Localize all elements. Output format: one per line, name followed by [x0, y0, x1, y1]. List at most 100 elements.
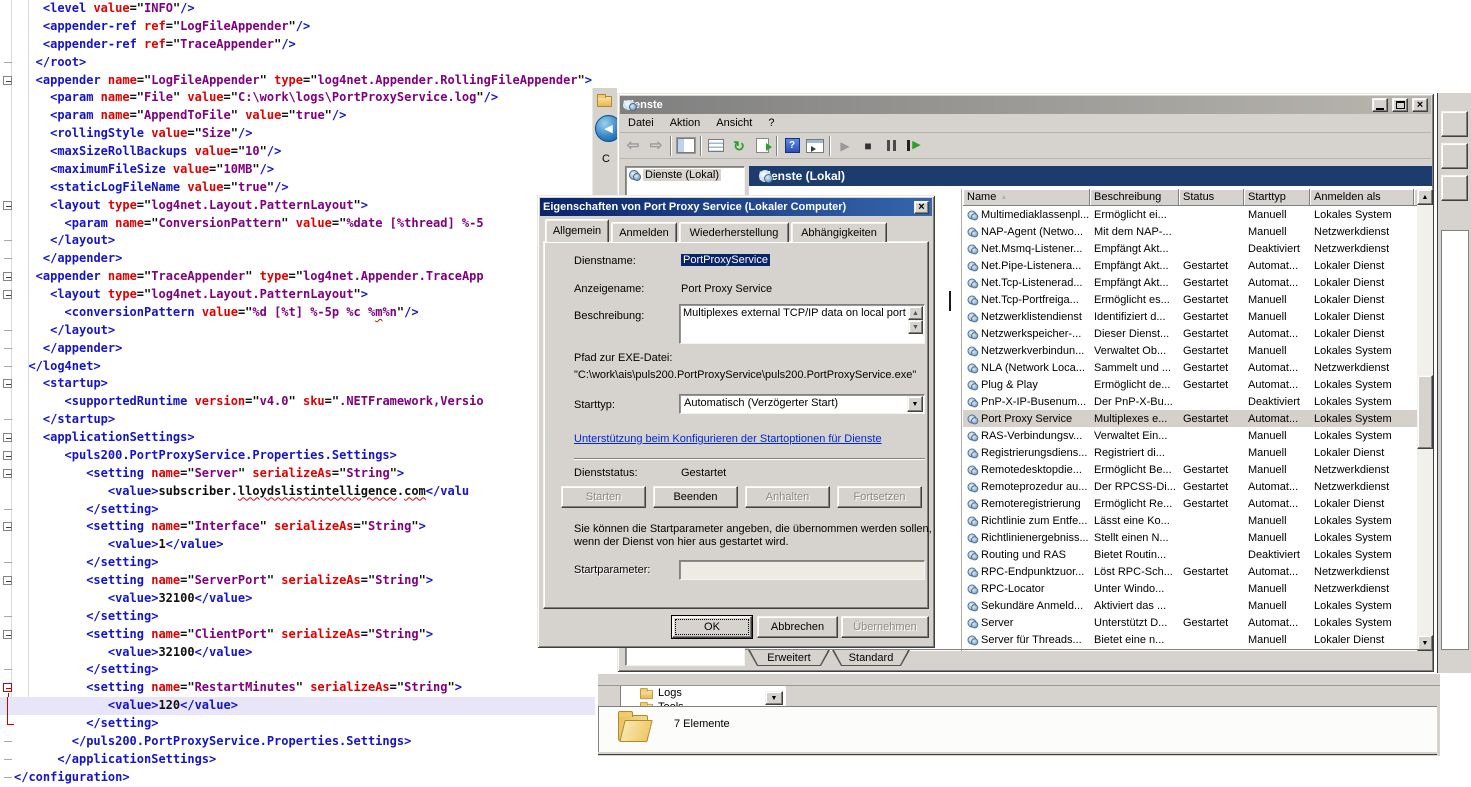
service-row[interactable]: Net.Msmq-Listener...Empfängt Akt...Deakt…	[963, 240, 1417, 257]
chevron-down-icon[interactable]: ▼	[765, 691, 783, 705]
scrollbar-thumb[interactable]	[1417, 375, 1433, 449]
fold-marker[interactable]	[4, 366, 12, 367]
column-header-status[interactable]: Status	[1179, 189, 1244, 206]
service-row[interactable]: Netzwerkspeicher-...Dieser Dienst...Gest…	[963, 325, 1417, 342]
maximize-button[interactable]	[1392, 98, 1408, 112]
fortsetzen-button[interactable]: Fortsetzen	[837, 486, 922, 508]
service-row[interactable]: PnP-X-IP-Busenum...Der PnP-X-Bu...Deakti…	[963, 393, 1417, 410]
close-icon[interactable]: ×	[1412, 98, 1428, 112]
fold-marker[interactable]	[3, 76, 12, 85]
fold-marker[interactable]	[3, 630, 12, 639]
fold-marker[interactable]	[4, 240, 12, 241]
fold-marker[interactable]	[4, 258, 12, 259]
refresh-icon[interactable]: ↻	[730, 137, 748, 155]
ok-button[interactable]: OK	[672, 616, 752, 638]
menu-item-ansicht[interactable]: Ansicht	[708, 115, 760, 131]
back-icon[interactable]: ◀	[595, 115, 617, 142]
fold-marker[interactable]	[3, 451, 12, 460]
fold-marker[interactable]	[4, 562, 12, 563]
fold-marker[interactable]	[3, 433, 12, 442]
service-row[interactable]: RemoteregistrierungErmöglicht Re...Gesta…	[963, 495, 1417, 512]
fold-marker[interactable]	[4, 348, 12, 349]
fold-marker[interactable]	[4, 330, 12, 331]
service-row[interactable]: RAS-Verbindungsv...Verwaltet Ein...Manue…	[963, 427, 1417, 444]
service-row[interactable]: Richtlinienergebniss...Stellt einen N...…	[963, 529, 1417, 546]
service-row[interactable]: Routing und RASBietet Routin...Deaktivie…	[963, 546, 1417, 563]
service-row[interactable]: Sekundäre Anmeld...Aktiviert das ...Manu…	[963, 597, 1417, 614]
tree-item-dienste-lokal[interactable]: Dienste (Lokal)	[626, 167, 744, 183]
close-icon[interactable]: ×	[914, 201, 929, 214]
tab-abhaengigkeiten[interactable]: Abhängigkeiten	[791, 222, 887, 242]
tab-allgemein[interactable]: Allgemein	[545, 219, 609, 242]
startparameter-input[interactable]	[679, 560, 925, 580]
view-tab-standard[interactable]: Standard	[832, 650, 910, 666]
beschreibung-box[interactable]: Multiplexes external TCP/IP data on loca…	[679, 304, 925, 344]
export-list-icon[interactable]	[753, 137, 771, 155]
fold-marker[interactable]	[3, 522, 12, 531]
fold-marker[interactable]	[3, 469, 12, 478]
service-row[interactable]: NAP-Agent (Netwo...Mit dem NAP-...Manuel…	[963, 223, 1417, 240]
fold-marker[interactable]	[4, 741, 12, 742]
service-row[interactable]: Netzwerkverbindun...Verwaltet Ob...Gesta…	[963, 342, 1417, 359]
service-row[interactable]: Net.Tcp-Portfreiga...Ermöglicht es...Ges…	[963, 291, 1417, 308]
service-row[interactable]: Net.Pipe-Listenera...Empfängt Akt...Gest…	[963, 257, 1417, 274]
service-row[interactable]: RPC-LocatorUnter Windo...ManuellNetzwerk…	[963, 580, 1417, 597]
service-row[interactable]: RPC-Endpunktzuor...Löst RPC-Sch...Gestar…	[963, 563, 1417, 580]
menu-item-?[interactable]: ?	[760, 115, 782, 131]
folder-tree-fragment[interactable]: LogsTools	[620, 686, 786, 706]
properties-icon[interactable]	[707, 137, 725, 155]
tree-item[interactable]: Logs	[621, 686, 786, 700]
scroll-down-icon[interactable]: ▼	[908, 320, 923, 334]
chevron-down-icon[interactable]: ▼	[907, 396, 923, 412]
fold-marker[interactable]	[4, 509, 12, 510]
service-row[interactable]: Port Proxy ServiceMultiplexes e...Gestar…	[963, 410, 1417, 427]
service-row[interactable]: Multimediaklassenpl...Ermöglicht ei...Ma…	[963, 206, 1417, 223]
fold-marker[interactable]	[3, 379, 12, 388]
menu-item-datei[interactable]: Datei	[620, 115, 662, 131]
service-row[interactable]: Registrierungsdiens...Registriert di...M…	[963, 444, 1417, 461]
fold-marker[interactable]	[3, 290, 12, 299]
column-header-name[interactable]: Name▲	[963, 189, 1090, 206]
scroll-up-icon[interactable]: ▲	[1417, 189, 1433, 205]
service-row[interactable]: Remoteprozedur au...Der RPCSS-Di...Gesta…	[963, 478, 1417, 495]
fold-marker[interactable]	[4, 669, 12, 670]
services-title-bar[interactable]: Dienste ×	[620, 96, 1431, 114]
fold-marker[interactable]	[3, 272, 12, 281]
service-row[interactable]: Richtlinie zum Entfe...Lässt eine Ko...M…	[963, 512, 1417, 529]
service-row[interactable]: Plug & PlayErmöglicht de...GestartetAuto…	[963, 376, 1417, 393]
back-icon[interactable]: ⇦	[624, 137, 642, 155]
starttyp-combobox[interactable]: Automatisch (Verzögerter Start) ▼	[679, 394, 925, 414]
startoptionen-link[interactable]: Unterstützung beim Konfigurieren der Sta…	[574, 433, 882, 445]
stop-service-icon[interactable]: ■	[859, 137, 877, 155]
abbrechen-button[interactable]: Abbrechen	[757, 616, 838, 638]
service-row[interactable]: Server für Threads...Bietet eine n...Man…	[963, 631, 1417, 648]
dialog-title-bar[interactable]: Eigenschaften von Port Proxy Service (Lo…	[540, 198, 932, 216]
beenden-button[interactable]: Beenden	[653, 486, 738, 508]
uebernehmen-button[interactable]: Übernehmen	[841, 616, 929, 638]
fold-marker[interactable]	[4, 419, 12, 420]
show-console-tree-icon[interactable]	[677, 137, 695, 155]
extended-view-icon[interactable]	[806, 137, 824, 155]
start-service-icon[interactable]: ▶	[836, 137, 854, 155]
column-header-anmelden-als[interactable]: Anmelden als	[1310, 189, 1414, 206]
service-row[interactable]: ServerUnterstützt D...GestartetAutomat..…	[963, 614, 1417, 631]
fold-marker[interactable]	[4, 62, 12, 63]
column-header-starttyp[interactable]: Starttyp	[1244, 189, 1310, 206]
column-header-beschreibung[interactable]: Beschreibung	[1090, 189, 1179, 206]
fold-marker[interactable]	[3, 576, 12, 585]
starten-button[interactable]: Starten	[561, 486, 646, 508]
minimize-button[interactable]	[1372, 98, 1388, 112]
menu-item-aktion[interactable]: Aktion	[662, 115, 709, 131]
fold-marker[interactable]	[4, 759, 12, 760]
service-row[interactable]: Net.Tcp-Listenerad...Empfängt Akt...Gest…	[963, 274, 1417, 291]
list-scrollbar[interactable]: ▲ ▼	[1417, 189, 1433, 651]
service-row[interactable]: Remotedesktopdie...Ermöglicht Be...Gesta…	[963, 461, 1417, 478]
fold-marker[interactable]	[4, 777, 12, 778]
dienstname-value[interactable]: PortProxyService	[681, 254, 770, 266]
fold-marker[interactable]	[3, 201, 12, 210]
view-tab-erweitert[interactable]: Erweitert	[748, 650, 830, 666]
forward-icon[interactable]: ⇨	[647, 137, 665, 155]
service-row[interactable]: NLA (Network Loca...Sammelt und ...Gesta…	[963, 359, 1417, 376]
tab-anmelden[interactable]: Anmelden	[611, 222, 677, 242]
fold-marker[interactable]	[4, 616, 12, 617]
